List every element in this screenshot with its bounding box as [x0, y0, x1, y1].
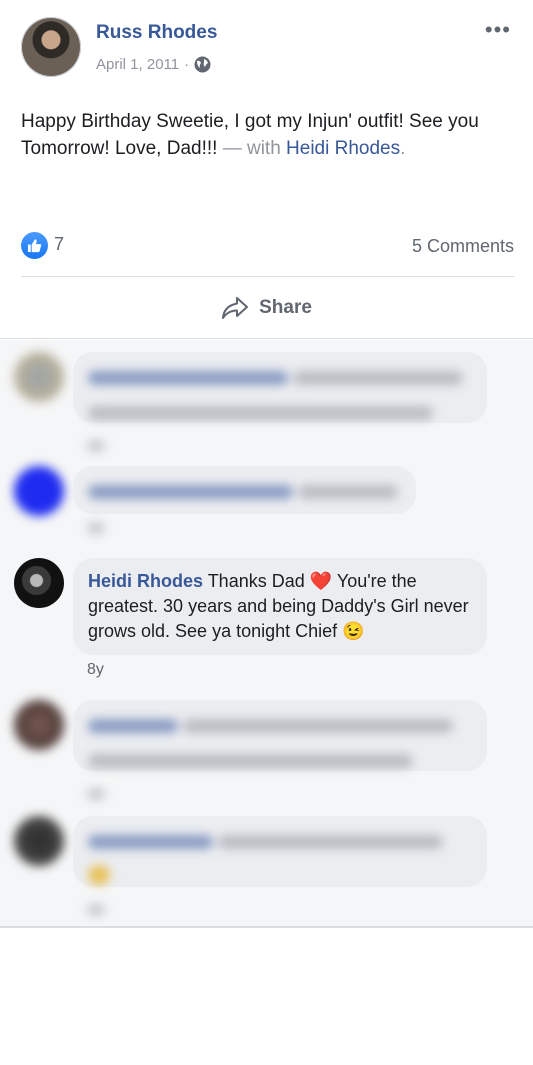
comments-bottom-divider [0, 926, 533, 928]
comment-time[interactable]: 8y [87, 661, 104, 679]
heart-emoji-icon: ❤️ [309, 571, 333, 591]
author-avatar[interactable] [21, 17, 81, 77]
tagged-user-link[interactable]: Heidi Rhodes [286, 138, 400, 159]
wink-emoji-icon: 😉 [342, 621, 365, 641]
post-meta: April 1, 2011 · [96, 56, 211, 73]
share-label: Share [259, 297, 312, 318]
like-count[interactable]: 7 [54, 234, 64, 255]
comment-bubble [73, 816, 487, 887]
post-header: Russ Rhodes April 1, 2011 · ••• [21, 17, 515, 79]
post-date[interactable]: April 1, 2011 [96, 56, 179, 73]
comment-bubble: Heidi Rhodes Thanks Dad ❤️ You're the gr… [73, 558, 487, 655]
share-icon [222, 297, 249, 319]
meta-separator: · [184, 56, 190, 73]
stats-divider [21, 276, 514, 277]
commenter-avatar [14, 466, 64, 516]
more-options-icon[interactable]: ••• [485, 19, 511, 41]
globe-icon[interactable] [194, 56, 211, 73]
author-name[interactable]: Russ Rhodes [96, 22, 217, 44]
share-button[interactable]: Share [0, 280, 533, 336]
actions-divider [0, 338, 533, 339]
commenter-name[interactable]: Heidi Rhodes [88, 571, 203, 591]
comment-text-part1: Thanks Dad [203, 571, 310, 591]
commenter-avatar[interactable] [14, 558, 64, 608]
comment-bubble [73, 352, 487, 423]
reaction-stats: 7 5 Comments [21, 230, 514, 260]
comment-time [87, 440, 105, 452]
post-text: Happy Birthday Sweetie, I got my Injun' … [21, 108, 515, 162]
comment-time [87, 904, 105, 916]
commenter-avatar [14, 816, 64, 866]
comments-section: Heidi Rhodes Thanks Dad ❤️ You're the gr… [0, 340, 533, 926]
with-label: — with [217, 138, 287, 159]
commenter-avatar [14, 352, 64, 402]
comments-count[interactable]: 5 Comments [412, 236, 514, 257]
commenter-avatar [14, 700, 64, 750]
like-reaction-icon[interactable] [21, 232, 48, 259]
comment-time [87, 788, 105, 800]
comment-bubble [73, 466, 416, 514]
comment-time [87, 522, 105, 534]
post-period: . [400, 138, 406, 159]
comment-bubble [73, 700, 487, 771]
